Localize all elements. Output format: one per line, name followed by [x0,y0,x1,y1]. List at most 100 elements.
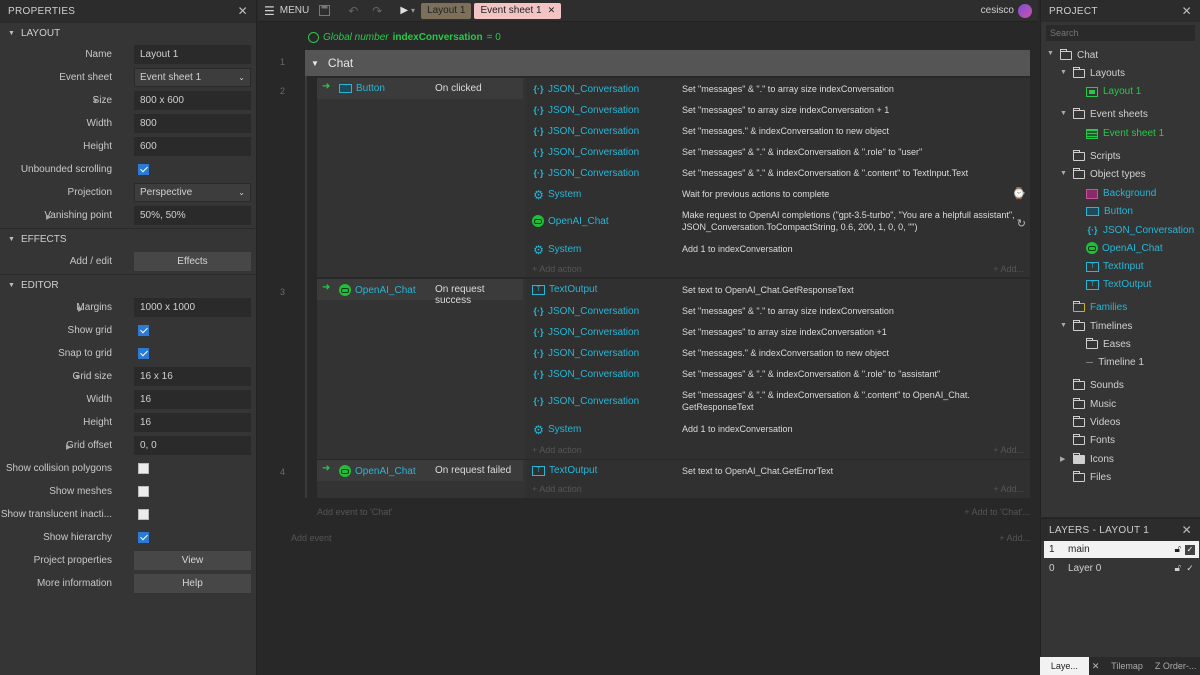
show-grid-checkbox[interactable] [138,325,149,336]
chevron-down-icon[interactable]: ▾ [411,6,415,15]
tree-item-openai[interactable]: OpenAI_Chat [1086,242,1163,254]
tree-folder-videos[interactable]: Videos [1073,416,1120,428]
width-field[interactable]: 800 [134,114,251,133]
hierarchy-checkbox[interactable] [138,532,149,543]
tree-folder-object-types[interactable]: Object types [1073,168,1146,180]
tree-item-button[interactable]: Button [1086,206,1133,217]
grid-size-field[interactable]: 16 x 16 [134,367,251,386]
expand-icon[interactable]: ▼ [1047,50,1054,57]
username[interactable]: cesisco [981,5,1014,16]
add-action-small-link[interactable]: + Add... [993,264,1024,274]
action-row[interactable]: ⚙ System Wait for previous actions to comp… [526,183,1030,204]
action-row[interactable]: {·} JSON_Conversation Set "messages" & "."… [526,141,1030,162]
add-event-small-link[interactable]: + Add... [999,533,1030,543]
action-row[interactable]: {·} JSON_Conversation Set "messages" & "."… [526,78,1030,99]
tree-item-event-sheet1[interactable]: Event sheet 1 [1086,128,1164,139]
add-action-link[interactable]: + Add action [532,484,582,494]
collapse-icon[interactable]: ▼ [311,59,319,68]
tab-layers[interactable]: Laye... [1040,657,1089,675]
tree-folder-event-sheets[interactable]: Event sheets [1073,108,1148,120]
tree-item-textoutput[interactable]: T TextOutput [1086,279,1151,290]
tab-tilemap[interactable]: Tilemap [1103,657,1152,675]
add-event-to-group-link[interactable]: Add event to 'Chat' [317,507,393,517]
event-block[interactable]: ➜ OpenAI_Chat On request failed T TextOut… [317,460,1030,498]
add-action-link[interactable]: + Add action [532,445,582,455]
name-field[interactable]: Layout 1 [134,45,251,64]
tree-root-chat[interactable]: Chat [1060,49,1098,61]
height-field[interactable]: 600 [134,137,251,156]
add-to-group-link[interactable]: + Add to 'Chat'... [964,507,1030,517]
add-action-small-link[interactable]: + Add... [993,484,1024,494]
section-editor[interactable]: ▼ EDITOR [0,274,256,296]
global-variable[interactable]: Global number indexConversation = 0 [308,32,501,43]
close-icon[interactable]: ✕ [1088,657,1103,675]
tree-item-background[interactable]: Background [1086,188,1156,199]
tree-item-layout1[interactable]: Layout 1 [1086,86,1141,97]
lock-icon[interactable]: 🔓︎ [1175,544,1181,555]
size-field[interactable]: 800 x 600 [134,91,251,110]
expand-icon[interactable]: ▶ [78,305,83,313]
event-block[interactable]: ➜ Button On clicked {·} JSON_Conversation… [317,78,1030,277]
tree-folder-files[interactable]: Files [1073,471,1111,483]
avatar[interactable] [1018,3,1032,18]
collision-checkbox[interactable] [138,463,149,474]
layer-row[interactable]: 1 main 🔓︎ ✓ [1044,541,1199,558]
expand-icon[interactable]: ▶ [66,443,71,451]
expand-icon[interactable]: ▼ [92,98,99,105]
margins-field[interactable]: 1000 x 1000 [134,298,251,317]
close-icon[interactable]: ✕ [238,4,248,18]
action-row[interactable]: {·} JSON_Conversation Set "messages" & "."… [526,363,1030,384]
tree-folder-layouts[interactable]: Layouts [1073,67,1125,79]
event-block[interactable]: ➜ OpenAI_Chat On request success T TextOu… [317,279,1030,459]
expand-icon[interactable]: ▼ [74,374,81,381]
action-row[interactable]: {·} JSON_Conversation Set "messages" & "."… [526,384,1030,418]
expand-icon[interactable]: ▶ [46,213,51,221]
condition-row[interactable]: ➜ Button On clicked [317,78,523,99]
expand-icon[interactable]: ▼ [1060,322,1067,329]
tab-layout[interactable]: Layout 1 [421,2,472,19]
play-icon[interactable]: ▶ [400,5,408,16]
snap-grid-checkbox[interactable] [138,348,149,359]
tree-item-json[interactable]: {·} JSON_Conversation [1086,224,1194,236]
action-row[interactable]: {·} JSON_Conversation Set "messages" to ar… [526,99,1030,120]
action-row[interactable]: {·} JSON_Conversation Set "messages" & "."… [526,300,1030,321]
search-input[interactable] [1046,25,1195,41]
grid-offset-field[interactable]: 0, 0 [134,436,251,455]
action-row[interactable]: ⚙ System Add 1 to indexConversation [526,418,1030,439]
redo-icon[interactable]: ↷ [372,4,382,18]
tree-folder-eases[interactable]: Eases [1086,338,1131,350]
tree-folder-timelines[interactable]: Timelines [1073,320,1132,332]
add-action-small-link[interactable]: + Add... [993,445,1024,455]
help-button[interactable]: Help [134,574,251,593]
action-row[interactable]: OpenAI_Chat Make request to OpenAI comple… [526,204,1030,238]
action-row[interactable]: {·} JSON_Conversation Set "messages" & "."… [526,162,1030,183]
meshes-checkbox[interactable] [138,486,149,497]
section-layout[interactable]: ▼ LAYOUT [0,22,256,44]
action-row[interactable]: T TextOutput Set text to OpenAI_Chat.GetRe… [526,279,1030,300]
save-icon[interactable] [319,5,331,16]
expand-icon[interactable]: ▶ [1060,455,1065,463]
action-row[interactable]: ⚙ System Add 1 to indexConversation [526,238,1030,259]
tree-folder-music[interactable]: Music [1073,398,1116,410]
tree-item-textinput[interactable]: T TextInput [1086,261,1144,272]
projection-select[interactable]: Perspective ⌄ [134,183,251,202]
vanishing-field[interactable]: 50%, 50% [134,206,251,225]
tab-event-sheet[interactable]: Event sheet 1 ✕ [474,2,562,19]
tree-folder-fonts[interactable]: Fonts [1073,434,1115,446]
expand-icon[interactable]: ▼ [1060,69,1067,76]
tree-item-timeline1[interactable]: ⏤ Timeline 1 [1086,357,1144,368]
add-action-link[interactable]: + Add action [532,264,582,274]
effects-button[interactable]: Effects [134,252,251,271]
tab-z-order[interactable]: Z Order-... [1151,657,1200,675]
action-row[interactable]: T TextOutput Set text to OpenAI_Chat.GetEr… [526,460,1030,481]
undo-icon[interactable]: ↶ [348,4,358,18]
action-row[interactable]: {·} JSON_Conversation Set "messages." & in… [526,342,1030,363]
group-header[interactable]: ▼ Chat [305,50,1030,76]
action-row[interactable]: {·} JSON_Conversation Set "messages" to ar… [526,321,1030,342]
condition-row[interactable]: ➜ OpenAI_Chat On request success [317,279,523,306]
event-sheet-select[interactable]: Event sheet 1 ⌄ [134,68,251,87]
close-icon[interactable]: ✕ [1182,523,1192,537]
add-event-link[interactable]: Add event [291,533,332,543]
visibility-checkbox[interactable]: ✓ [1185,563,1195,574]
expand-icon[interactable]: ▼ [1060,170,1067,177]
